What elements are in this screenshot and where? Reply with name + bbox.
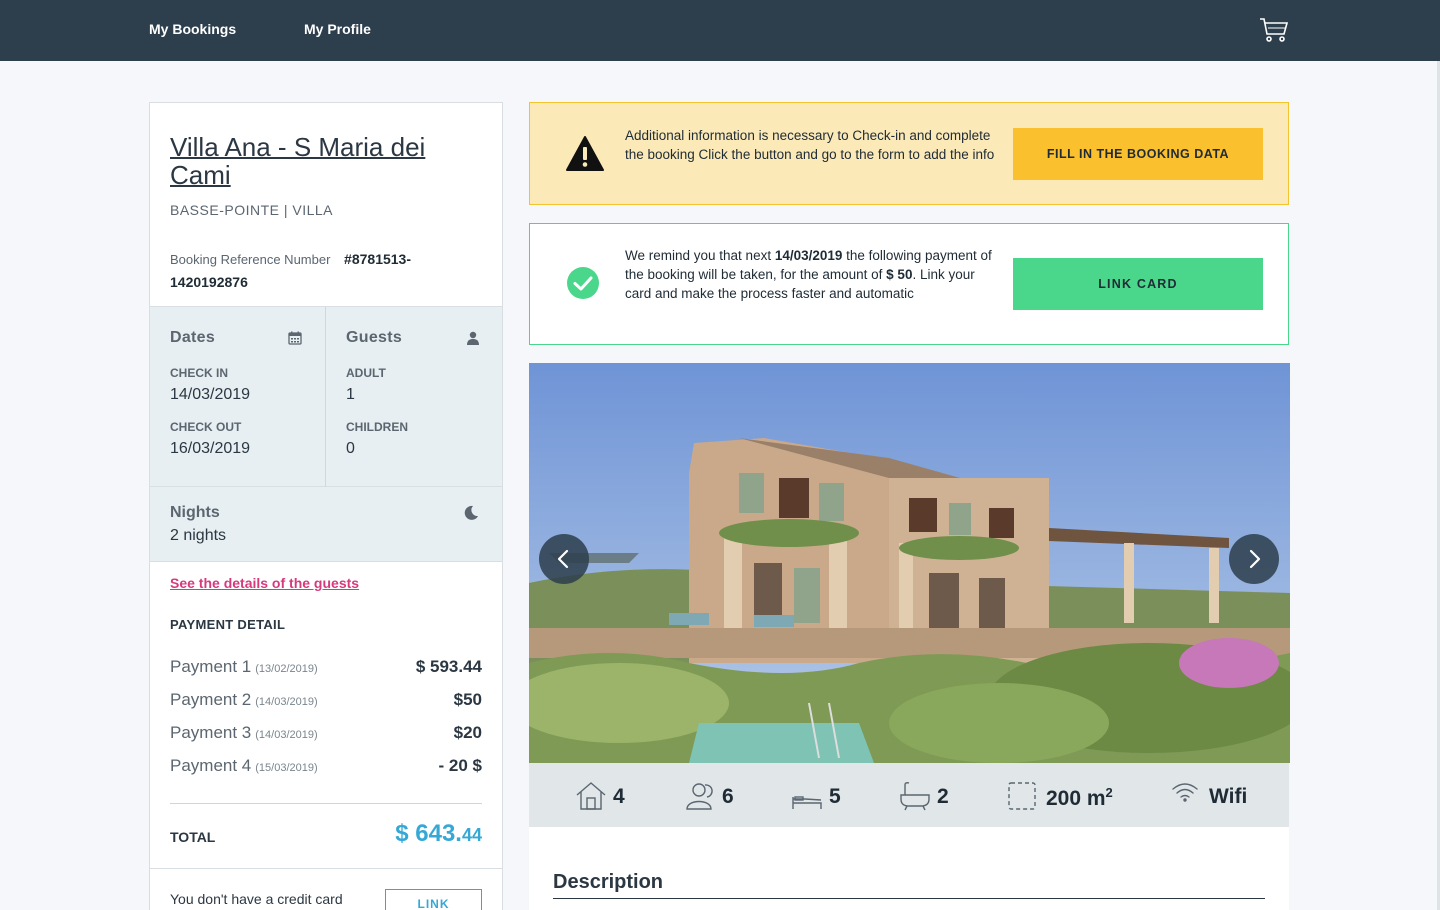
wifi-icon (1172, 783, 1198, 802)
card-divider (150, 868, 502, 869)
guests-panel: Guests ADULT 1 CHILDREN 0 (326, 307, 502, 487)
description-section: Description (529, 827, 1289, 910)
amenity-value: 2 (937, 785, 949, 808)
amenity-value: 200 m2 (1046, 785, 1113, 811)
nights-value: 2 nights (170, 527, 227, 544)
warning-icon (566, 136, 604, 171)
payment-date: (13/02/2019) (255, 663, 318, 675)
payment-label: Payment 3 (170, 723, 252, 742)
guests-heading: Guests (346, 329, 403, 346)
checkin-value: 14/03/2019 (170, 386, 251, 403)
checkin-info-text: Additional information is necessary to C… (625, 128, 995, 162)
total-value: $ 643.44 (395, 820, 482, 848)
total-cents: 44 (461, 825, 482, 845)
villa-photo (529, 363, 1290, 763)
nights-panel: Nights 2 nights (150, 487, 502, 562)
amenity-value: 4 (613, 785, 625, 808)
reminder-date: 14/03/2019 (774, 248, 843, 263)
reminder-amount: $ 50 (886, 267, 913, 282)
property-title[interactable]: Villa Ana - S Maria dei Cami (170, 133, 490, 189)
amenities-bar: 4 6 5 2 200 m2 Wifi (529, 763, 1289, 827)
guest-details-link[interactable]: See the details of the guests (170, 575, 359, 591)
property-photo-gallery (529, 363, 1290, 763)
payment-amount: - 20 $ (438, 756, 482, 775)
booking-card: Villa Ana - S Maria dei Cami BASSE-POINT… (149, 102, 503, 910)
description-heading: Description (553, 871, 664, 893)
link-credit-card-button[interactable]: LINK (385, 889, 482, 910)
payment-divider (170, 803, 482, 804)
area-unit-sup: 2 (1105, 785, 1113, 800)
guests-icon (686, 783, 713, 810)
nav-my-profile[interactable]: My Profile (304, 21, 371, 37)
gallery-prev-button[interactable] (539, 534, 589, 584)
bathtub-icon (900, 782, 930, 811)
area-value: 200 m (1046, 787, 1106, 810)
children-label: CHILDREN (346, 420, 408, 434)
payment-label: Payment 4 (170, 756, 252, 775)
children-value: 0 (346, 440, 355, 457)
amenity-value: 5 (829, 785, 841, 808)
person-icon (467, 331, 479, 345)
checkout-value: 16/03/2019 (170, 440, 251, 457)
payment-detail-heading: PAYMENT DETAIL (170, 617, 286, 632)
checkout-label: CHECK OUT (170, 420, 242, 434)
top-navbar: My Bookings My Profile (0, 0, 1440, 61)
payment-reminder-text: We remind you that next 14/03/2019 the f… (625, 246, 997, 303)
payment-row: Payment 3 (14/03/2019) $20 (170, 723, 482, 747)
chevron-left-icon (557, 549, 569, 569)
check-circle-icon (567, 267, 599, 299)
payment-amount: $20 (453, 723, 482, 742)
payment-amount: $ 593.44 (415, 657, 482, 676)
payment-date: (14/03/2019) (255, 696, 318, 708)
fill-booking-data-button[interactable]: FILL IN THE BOOKING DATA (1013, 128, 1263, 180)
dates-heading: Dates (170, 329, 216, 346)
property-subtitle: BASSE-POINTE | VILLA (170, 202, 334, 218)
payment-amount: $50 (453, 690, 482, 709)
area-icon (1008, 782, 1036, 810)
payment-reminder-alert: We remind you that next 14/03/2019 the f… (529, 223, 1289, 345)
booking-reference-label: Booking Reference Number (170, 252, 331, 267)
adult-label: ADULT (346, 366, 386, 380)
amenity-value: Wifi (1209, 785, 1248, 808)
payment-row: Payment 1 (13/02/2019) $ 593.44 (170, 657, 482, 681)
booking-reference: Booking Reference Number #8781513-142019… (170, 248, 470, 294)
house-icon (576, 782, 606, 810)
nights-heading: Nights (170, 504, 220, 521)
chevron-right-icon (1249, 549, 1261, 569)
checkin-label: CHECK IN (170, 366, 229, 380)
dates-panel: Dates CHECK IN 14/03/2019 CHECK OUT 16/0… (150, 307, 326, 487)
link-card-button[interactable]: LINK CARD (1013, 258, 1263, 310)
payment-label: Payment 1 (170, 657, 252, 676)
payment-row: Payment 4 (15/03/2019) - 20 $ (170, 756, 482, 780)
no-credit-card-text: You don't have a credit card (170, 891, 343, 907)
payment-date: (14/03/2019) (255, 729, 318, 741)
amenity-value: 6 (722, 785, 734, 808)
cart-icon[interactable] (1259, 16, 1289, 44)
total-label: TOTAL (170, 829, 216, 845)
bed-icon (792, 796, 822, 809)
gallery-next-button[interactable] (1229, 534, 1279, 584)
payment-date: (15/03/2019) (255, 762, 318, 774)
payment-label: Payment 2 (170, 690, 252, 709)
adult-value: 1 (346, 386, 355, 403)
calendar-icon (288, 331, 302, 345)
reminder-text-part: We remind you that next (625, 248, 775, 263)
checkin-info-alert: Additional information is necessary to C… (529, 102, 1289, 205)
nav-my-bookings[interactable]: My Bookings (149, 21, 236, 37)
payment-row: Payment 2 (14/03/2019) $50 (170, 690, 482, 714)
moon-icon (464, 505, 478, 520)
description-divider (553, 898, 1265, 899)
booking-info-grid: Dates CHECK IN 14/03/2019 CHECK OUT 16/0… (150, 306, 502, 487)
total-main: $ 643. (395, 820, 462, 847)
